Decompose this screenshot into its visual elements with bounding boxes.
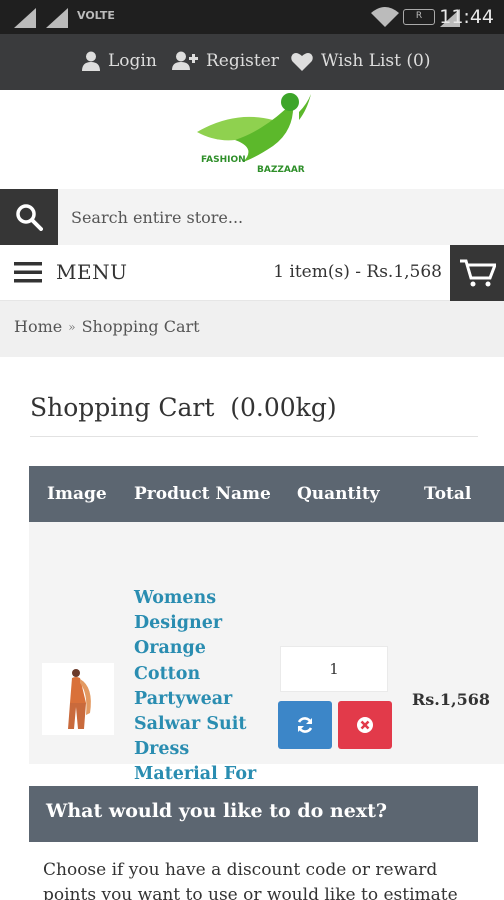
user-plus-icon — [172, 51, 198, 70]
column-header-total: Total — [424, 484, 472, 504]
line-total: Rs.1,568 — [412, 690, 490, 709]
close-circle-icon — [357, 717, 373, 733]
menu-bar: MENU 1 item(s) - Rs.1,568 — [0, 245, 504, 301]
register-link[interactable]: Register — [172, 51, 279, 71]
page-title: Shopping Cart (0.00kg) — [30, 393, 337, 422]
wifi-icon — [371, 7, 399, 27]
next-steps-heading: What would you like to do next? — [46, 800, 388, 822]
remove-button[interactable] — [338, 701, 392, 749]
status-bar: VOLTE R 11:44 — [0, 0, 504, 34]
roaming-badge: R — [403, 9, 435, 25]
menu-toggle[interactable]: MENU — [14, 260, 127, 284]
cart-summary[interactable]: 1 item(s) - Rs.1,568 — [273, 262, 442, 282]
site-logo[interactable]: FASHION BAZZAAR — [195, 90, 315, 182]
cart-button[interactable] — [450, 245, 504, 301]
refresh-icon — [297, 717, 313, 733]
clock: 11:44 — [439, 6, 494, 28]
search-bar — [0, 189, 504, 245]
register-label: Register — [206, 51, 279, 71]
wishlist-label: Wish List (0) — [321, 51, 431, 71]
signal-icon — [46, 8, 68, 28]
svg-text:BAZZAAR: BAZZAAR — [257, 165, 305, 175]
quantity-input[interactable] — [280, 646, 388, 692]
breadcrumb-separator: » — [68, 319, 76, 334]
search-button[interactable] — [0, 189, 58, 245]
product-name-link[interactable]: Womens Designer Orange Cotton Partywear … — [134, 586, 274, 813]
table-header: Image Product Name Quantity Total — [29, 466, 504, 522]
login-link[interactable]: Login — [82, 51, 157, 71]
column-header-quantity: Quantity — [297, 484, 380, 504]
network-label: VOLTE — [77, 9, 115, 22]
column-header-image: Image — [47, 484, 107, 504]
column-header-product-name: Product Name — [134, 484, 271, 504]
search-input[interactable] — [58, 189, 504, 245]
cart-table: Image Product Name Quantity Total Womens… — [29, 466, 504, 810]
breadcrumb: Home » Shopping Cart — [0, 301, 504, 357]
cart-icon — [460, 259, 496, 287]
next-steps-heading-panel[interactable]: What would you like to do next? — [29, 786, 478, 842]
search-icon — [16, 204, 43, 231]
breadcrumb-home[interactable]: Home — [14, 317, 62, 336]
svg-text:FASHION: FASHION — [201, 155, 246, 165]
wishlist-link[interactable]: Wish List (0) — [291, 51, 430, 71]
breadcrumb-current[interactable]: Shopping Cart — [82, 317, 200, 336]
update-button[interactable] — [278, 701, 332, 749]
menu-label: MENU — [56, 260, 128, 284]
user-icon — [82, 51, 100, 71]
signal-icon — [14, 8, 36, 28]
table-row: Womens Designer Orange Cotton Partywear … — [29, 522, 504, 810]
fashion-bazzaar-logo: FASHION BAZZAAR — [197, 93, 311, 175]
heart-icon — [291, 52, 313, 71]
product-thumbnail[interactable] — [42, 663, 114, 735]
login-label: Login — [108, 51, 157, 71]
product-image — [42, 663, 114, 735]
next-steps-text: Choose if you have a discount code or re… — [43, 860, 458, 900]
hamburger-icon — [14, 262, 42, 283]
divider — [30, 436, 478, 437]
top-nav: Login Register Wish List (0) — [0, 34, 504, 90]
